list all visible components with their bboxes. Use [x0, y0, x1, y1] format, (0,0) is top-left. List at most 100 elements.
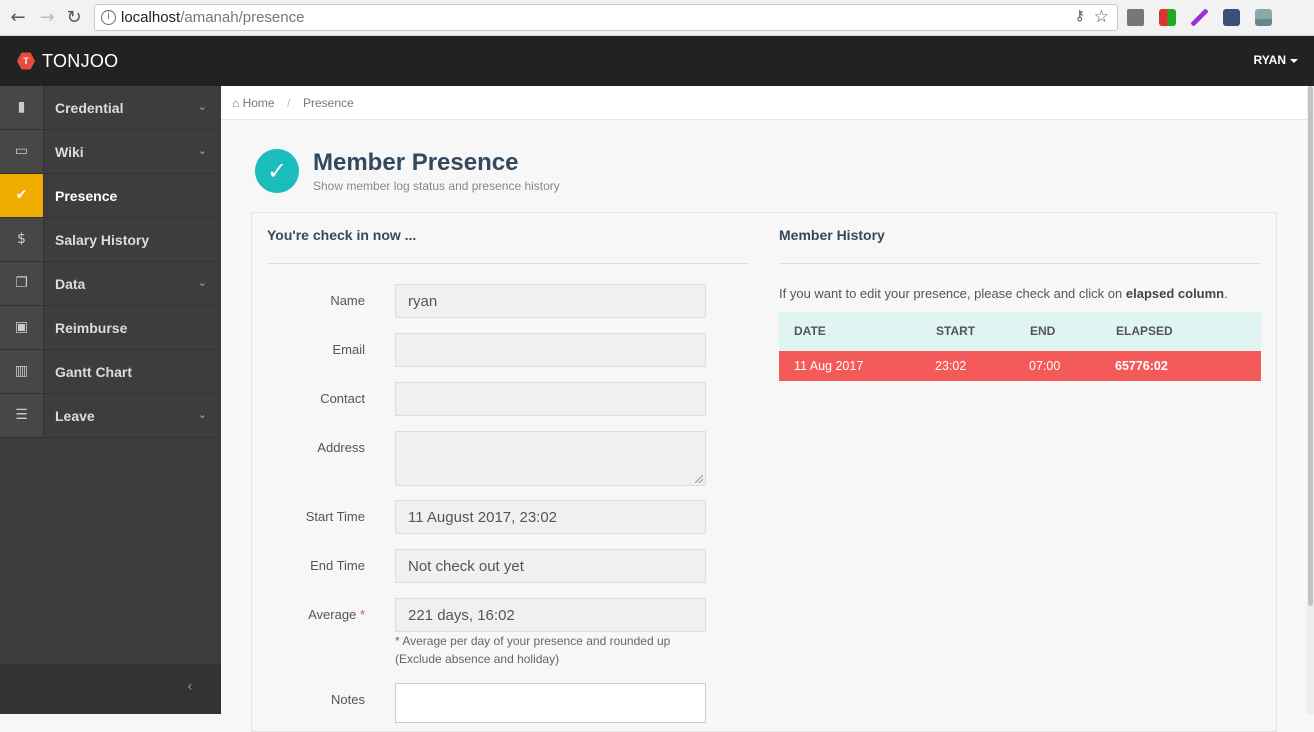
- average-label-text: Average: [308, 607, 357, 622]
- column-header-date[interactable]: DATE: [794, 324, 826, 338]
- doc-icon[interactable]: [1223, 9, 1240, 26]
- sidebar: ▮ Credential ⌄ ▭ Wiki ⌄ ✔ Presence $ Sal…: [0, 86, 221, 714]
- cell-end: 07:00: [1029, 359, 1061, 373]
- start-time-label: Start Time: [305, 509, 365, 524]
- checkin-title: You're check in now ...: [267, 227, 417, 243]
- history-note-bold: elapsed column: [1125, 286, 1225, 301]
- monitor-icon: ▭: [0, 130, 44, 173]
- history-note-prefix: If you want to edit your presence, pleas…: [779, 286, 1126, 301]
- notes-field[interactable]: [395, 683, 706, 723]
- list-icon: ☰: [0, 394, 44, 437]
- sidebar-item-label: Gantt Chart: [55, 364, 132, 380]
- breadcrumb: ⌂ Home / Presence: [221, 86, 1314, 120]
- extension-icon[interactable]: [1159, 9, 1176, 26]
- sidebar-item-presence[interactable]: ✔ Presence: [0, 174, 221, 218]
- sidebar-item-label: Salary History: [55, 232, 150, 248]
- check-icon: ✔: [0, 174, 44, 217]
- info-icon[interactable]: i: [101, 10, 116, 25]
- forward-icon[interactable]: →: [35, 6, 59, 30]
- url-path: /amanah/presence: [180, 9, 305, 26]
- app-header: T TONJOO RYAN: [0, 36, 1314, 86]
- bar-chart-icon: ▥: [0, 350, 44, 393]
- sidebar-item-label: Leave: [55, 408, 95, 424]
- sidebar-item-credential[interactable]: ▮ Credential ⌄: [0, 86, 221, 130]
- email-field[interactable]: [395, 333, 706, 367]
- column-header-end[interactable]: END: [1030, 324, 1055, 338]
- brand-name[interactable]: TONJOO: [42, 51, 118, 72]
- name-label: Name: [330, 293, 365, 308]
- end-time-field[interactable]: Not check out yet: [395, 549, 706, 583]
- address-field[interactable]: [395, 431, 706, 486]
- table-header: DATE START END ELAPSED: [779, 312, 1261, 351]
- page-subtitle: Show member log status and presence hist…: [313, 179, 560, 193]
- back-icon[interactable]: ←: [6, 6, 30, 30]
- sidebar-item-label: Presence: [55, 188, 118, 204]
- contact-field[interactable]: [395, 382, 706, 416]
- average-help-2: (Exclude absence and holiday): [395, 652, 560, 666]
- chevron-down-icon: ⌄: [197, 408, 207, 421]
- sidebar-item-label: Credential: [55, 100, 124, 116]
- breadcrumb-home-label: Home: [242, 96, 275, 110]
- url-host: localhost: [121, 9, 181, 26]
- average-label: Average *: [245, 607, 365, 622]
- end-time-label: End Time: [310, 558, 365, 573]
- sidebar-collapse-button[interactable]: ‹: [0, 664, 221, 714]
- logo-icon: T: [17, 52, 35, 70]
- start-time-field[interactable]: 11 August 2017, 23:02: [395, 500, 706, 534]
- contact-label: Contact: [320, 391, 365, 406]
- resize-grip-icon[interactable]: [695, 475, 703, 483]
- column-header-elapsed[interactable]: ELAPSED: [1116, 324, 1173, 338]
- breadcrumb-home[interactable]: ⌂ Home: [232, 96, 275, 110]
- address-bar[interactable]: i localhost/amanah/presence ⚷ ☆: [94, 4, 1118, 31]
- sidebar-item-label: Reimburse: [55, 320, 128, 336]
- chevron-down-icon: ⌄: [197, 276, 207, 289]
- address-label: Address: [317, 440, 365, 455]
- history-note-suffix: .: [1224, 286, 1228, 301]
- average-field[interactable]: 221 days, 16:02: [395, 598, 706, 632]
- scrollbar-thumb[interactable]: [1308, 86, 1313, 606]
- sidebar-item-label: Data: [55, 276, 86, 292]
- camera-icon[interactable]: [1127, 9, 1144, 26]
- files-icon: ❐: [0, 262, 44, 305]
- sidebar-item-salary-history[interactable]: $ Salary History: [0, 218, 221, 262]
- key-icon[interactable]: ⚷: [1075, 8, 1085, 24]
- reload-icon[interactable]: ↻: [62, 6, 86, 30]
- user-menu[interactable]: RYAN: [1254, 53, 1298, 67]
- dollar-icon: $: [0, 218, 44, 261]
- cell-start: 23:02: [935, 359, 967, 373]
- download-icon[interactable]: [1255, 9, 1272, 26]
- bookmark-star-icon[interactable]: ☆: [1094, 7, 1109, 27]
- column-header-start[interactable]: START: [936, 324, 975, 338]
- page-title: Member Presence: [313, 149, 519, 176]
- table-row: 11 Aug 2017 23:02 07:00 65776:02: [779, 351, 1261, 381]
- divider: [267, 263, 749, 264]
- breadcrumb-separator: /: [287, 96, 291, 110]
- required-marker: *: [359, 607, 365, 622]
- chevron-down-icon: ⌄: [197, 144, 207, 157]
- sidebar-item-gantt-chart[interactable]: ▥ Gantt Chart: [0, 350, 221, 394]
- sidebar-item-leave[interactable]: ☰ Leave ⌄: [0, 394, 221, 438]
- chevron-left-icon: ‹: [187, 679, 193, 695]
- url-text[interactable]: localhost/amanah/presence: [121, 9, 304, 26]
- check-circle-icon: ✓: [255, 149, 299, 193]
- email-label: Email: [332, 342, 365, 357]
- breadcrumb-current: Presence: [303, 96, 354, 110]
- sidebar-item-data[interactable]: ❐ Data ⌄: [0, 262, 221, 306]
- sidebar-item-reimburse[interactable]: ▣ Reimburse: [0, 306, 221, 350]
- money-icon: ▣: [0, 306, 44, 349]
- history-table: DATE START END ELAPSED 11 Aug 2017 23:02…: [779, 312, 1261, 381]
- briefcase-icon: ▮: [0, 86, 44, 129]
- average-help-1: * Average per day of your presence and r…: [395, 634, 671, 648]
- feather-icon[interactable]: [1191, 9, 1208, 26]
- divider: [779, 263, 1261, 264]
- notes-label: Notes: [331, 692, 365, 707]
- cell-date: 11 Aug 2017: [794, 359, 864, 373]
- browser-toolbar: ← → ↻ i localhost/amanah/presence ⚷ ☆: [0, 0, 1314, 36]
- history-note: If you want to edit your presence, pleas…: [779, 286, 1228, 301]
- user-name: RYAN: [1253, 53, 1286, 67]
- sidebar-item-wiki[interactable]: ▭ Wiki ⌄: [0, 130, 221, 174]
- name-field[interactable]: ryan: [395, 284, 706, 318]
- cell-elapsed[interactable]: 65776:02: [1115, 359, 1168, 373]
- scrollbar[interactable]: [1307, 86, 1314, 714]
- caret-down-icon: [1290, 58, 1298, 63]
